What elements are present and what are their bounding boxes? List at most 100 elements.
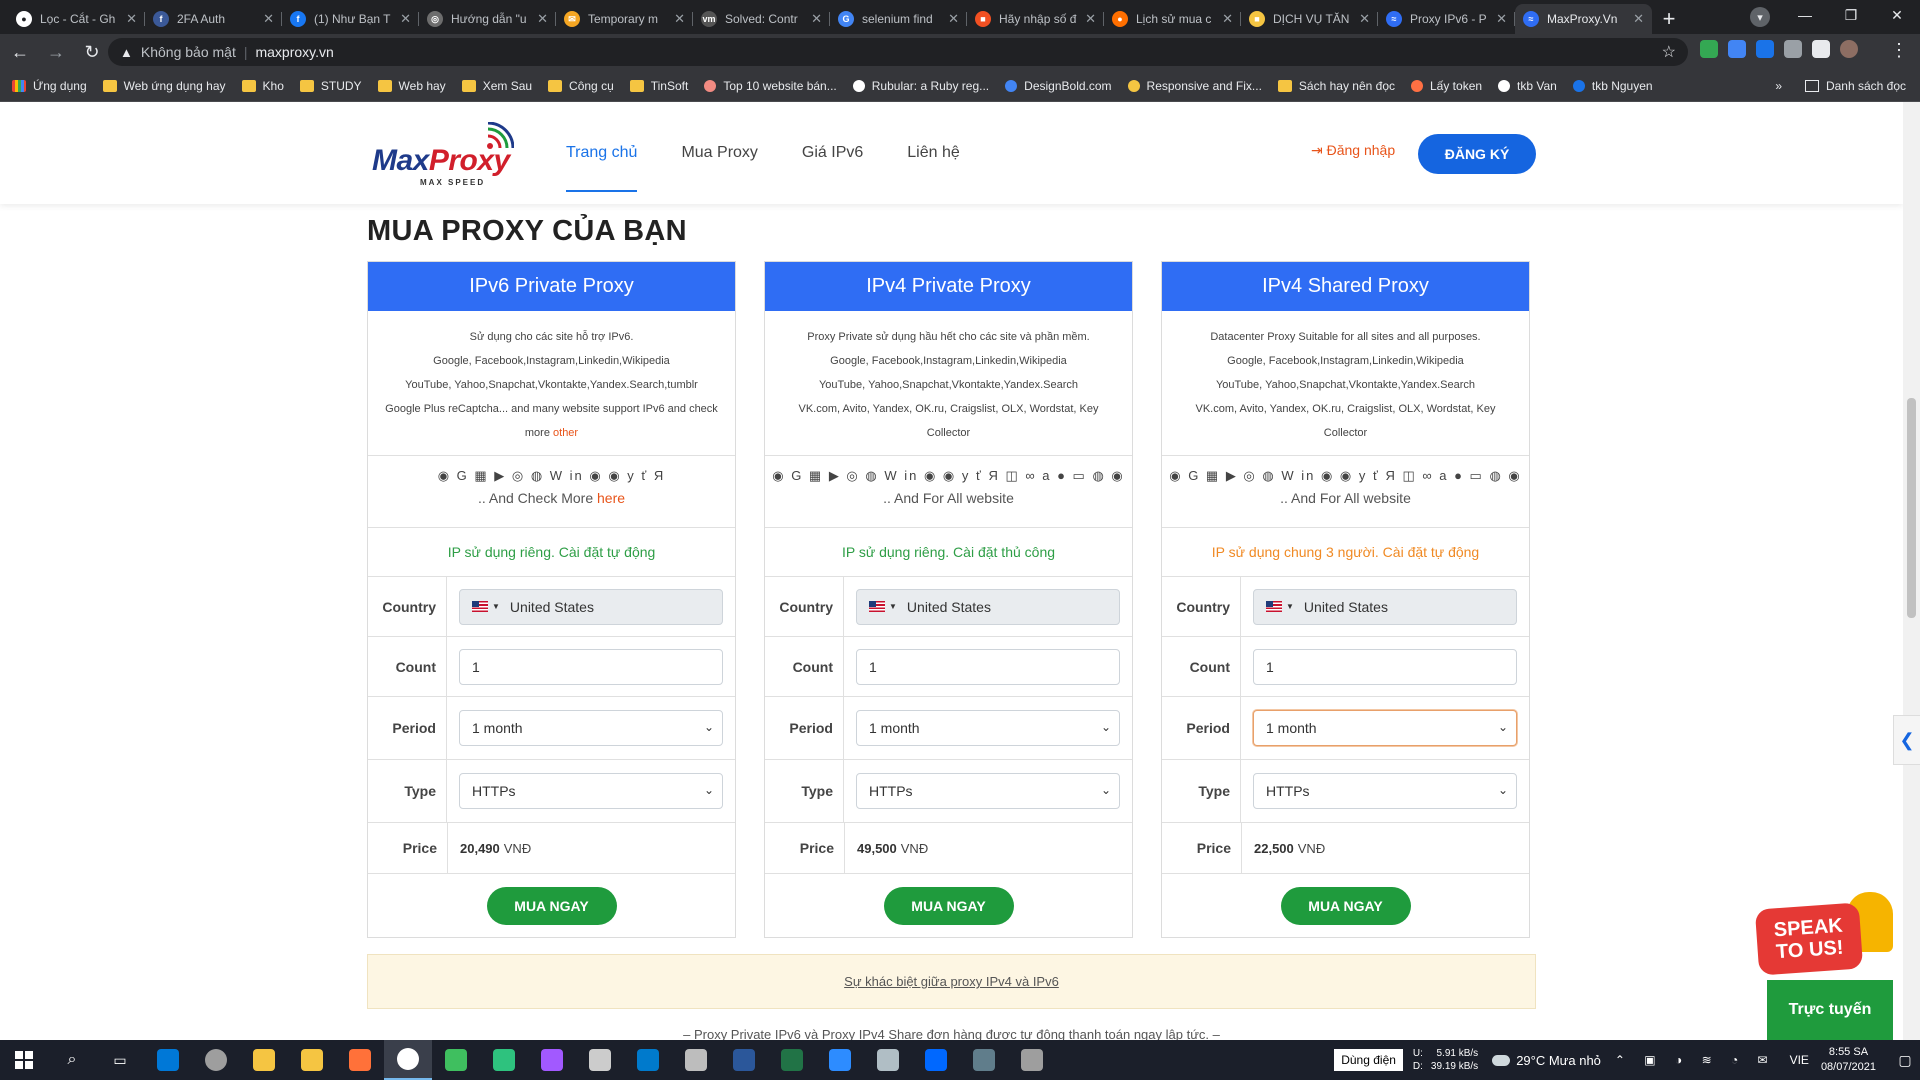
taskbar-app-icon[interactable]	[480, 1040, 528, 1080]
taskbar-app-icon[interactable]	[720, 1040, 768, 1080]
bookmark-star-icon[interactable]: ☆	[1662, 42, 1676, 62]
taskbar-app-icon[interactable]	[144, 1040, 192, 1080]
taskbar-app-icon[interactable]	[576, 1040, 624, 1080]
browser-tab[interactable]: ≈ MaxProxy.Vn ✕	[1515, 4, 1652, 34]
taskbar-app-icon[interactable]	[336, 1040, 384, 1080]
taskbar-app-icon[interactable]	[528, 1040, 576, 1080]
browser-tab[interactable]: ● Lịch sử mua c ✕	[1104, 4, 1241, 34]
bookmark-item[interactable]: tkb Van	[1498, 79, 1557, 93]
power-mode-button[interactable]: Dùng điện	[1334, 1049, 1403, 1071]
bookmark-item[interactable]: Rubular: a Ruby reg...	[852, 79, 989, 93]
browser-tab[interactable]: ◎ Hướng dẫn "u ✕	[419, 4, 556, 34]
check-more-link[interactable]: here	[597, 490, 625, 506]
register-button[interactable]: ĐĂNG KÝ	[1418, 134, 1536, 174]
bookmark-item[interactable]: Sách hay nên đọc	[1277, 79, 1395, 93]
forward-button[interactable]: →	[40, 36, 72, 68]
bookmark-item[interactable]: Web ứng dụng hay	[102, 79, 226, 93]
nav-contact[interactable]: Liên hệ	[885, 102, 982, 204]
bookmark-item[interactable]: STUDY	[299, 79, 362, 93]
tab-close-icon[interactable]: ✕	[1359, 11, 1370, 27]
extension-icon[interactable]	[1784, 40, 1802, 58]
tab-close-icon[interactable]: ✕	[674, 11, 685, 27]
bookmark-item[interactable]: Web hay	[377, 79, 446, 93]
close-window-button[interactable]: ✕	[1874, 0, 1920, 30]
browser-tab[interactable]: vm Solved: Contr ✕	[693, 4, 830, 34]
buy-now-button[interactable]: MUA NGAY	[486, 886, 617, 925]
page-scrollbar[interactable]	[1903, 102, 1920, 1040]
reading-list-button[interactable]: Danh sách đọc	[1804, 79, 1906, 93]
taskbar-app-icon[interactable]	[816, 1040, 864, 1080]
browser-tab[interactable]: f 2FA Auth ✕	[145, 4, 282, 34]
task-view-icon[interactable]: ▭	[96, 1040, 144, 1080]
address-bar[interactable]: ▲ Không bảo mật | maxproxy.vn ☆	[108, 38, 1688, 66]
restore-button[interactable]: ❐	[1828, 0, 1874, 30]
count-input[interactable]: 1	[459, 648, 723, 685]
back-button[interactable]: ←	[4, 36, 36, 68]
side-panel-toggle-icon[interactable]: ❮	[1893, 715, 1920, 765]
tab-close-icon[interactable]: ✕	[1633, 11, 1644, 27]
scrollbar-thumb[interactable]	[1907, 398, 1916, 618]
nav-home[interactable]: Trang chủ	[566, 102, 659, 204]
url-text[interactable]: maxproxy.vn	[255, 44, 333, 60]
bookmark-item[interactable]: Lấy token	[1411, 79, 1482, 93]
reload-button[interactable]: ↻	[76, 36, 108, 68]
bookmark-item[interactable]: TinSoft	[629, 79, 688, 93]
windows-start-icon[interactable]	[0, 1040, 48, 1080]
country-select[interactable]: ▼ United States	[856, 588, 1120, 625]
bookmark-item[interactable]: Responsive and Fix...	[1127, 79, 1262, 93]
country-select[interactable]: ▼ United States	[1253, 588, 1517, 625]
extension-icon[interactable]	[1700, 40, 1718, 58]
translate-icon[interactable]	[1728, 40, 1746, 58]
clock[interactable]: 8:55 SA 08/07/2021	[1821, 1045, 1876, 1075]
taskbar-app-icon[interactable]	[432, 1040, 480, 1080]
search-icon[interactable]: ⌕	[48, 1040, 96, 1080]
count-input[interactable]: 1	[1253, 648, 1517, 685]
browser-tab[interactable]: Gselenium find ✕	[830, 4, 967, 34]
browser-tab[interactable]: ≈ Proxy IPv6 - P ✕	[1378, 4, 1515, 34]
browser-tab[interactable]: ■ DỊCH VỤ TĂN ✕	[1241, 4, 1378, 34]
profile-avatar[interactable]	[1840, 40, 1858, 58]
bookmark-item[interactable]: Công cụ	[548, 79, 614, 93]
taskbar-app-icon[interactable]	[240, 1040, 288, 1080]
taskbar-app-icon[interactable]	[960, 1040, 1008, 1080]
taskbar-app-icon[interactable]	[864, 1040, 912, 1080]
browser-tab[interactable]: ✉ Temporary m ✕	[556, 4, 693, 34]
taskbar-app-icon[interactable]	[1008, 1040, 1056, 1080]
tab-close-icon[interactable]: ✕	[126, 11, 137, 27]
tab-close-icon[interactable]: ✕	[1085, 11, 1096, 27]
tab-close-icon[interactable]: ✕	[263, 11, 274, 27]
browser-menu-icon[interactable]: ⋮	[1890, 40, 1908, 61]
bookmark-item[interactable]: Xem Sau	[461, 79, 532, 93]
tray-icons[interactable]: ⌃ ▣ ◑ ≋ ◔ ✉	[1615, 1053, 1776, 1067]
minimize-button[interactable]: —	[1782, 0, 1828, 30]
browser-tab[interactable]: ■ Hãy nhập số đ ✕	[967, 4, 1104, 34]
tab-close-icon[interactable]: ✕	[400, 11, 411, 27]
bookmark-item[interactable]: tkb Nguyen	[1572, 79, 1653, 93]
period-select[interactable]: 1 month ⌄	[856, 710, 1120, 746]
type-select[interactable]: HTTPs ⌄	[1253, 773, 1517, 809]
maxproxy-logo[interactable]: MaxProxy MAX SPEED	[372, 122, 542, 192]
type-select[interactable]: HTTPs ⌄	[459, 773, 723, 809]
more-bookmarks-icon[interactable]: »	[1775, 79, 1782, 93]
puzzle-icon[interactable]	[1812, 40, 1830, 58]
taskbar-app-icon[interactable]	[672, 1040, 720, 1080]
nav-ipv6-price[interactable]: Giá IPv6	[780, 102, 885, 204]
ipv4-ipv6-difference-link[interactable]: Sự khác biệt giữa proxy IPv4 và IPv6	[367, 954, 1536, 1009]
taskbar-app-icon[interactable]	[288, 1040, 336, 1080]
taskbar-app-icon[interactable]	[192, 1040, 240, 1080]
tab-search-icon[interactable]: ▾	[1750, 7, 1770, 27]
browser-tab[interactable]: ● Lọc - Cắt - Gh ✕	[8, 4, 145, 34]
ime-indicator[interactable]: VIE	[1790, 1053, 1809, 1067]
desc-other-link[interactable]: other	[553, 427, 578, 439]
taskbar-app-icon[interactable]	[768, 1040, 816, 1080]
bookmark-item[interactable]: DesignBold.com	[1005, 79, 1112, 93]
new-tab-button[interactable]: +	[1652, 4, 1686, 34]
bookmark-item[interactable]: Kho	[241, 79, 284, 93]
taskbar-app-icon[interactable]	[912, 1040, 960, 1080]
bookmark-item[interactable]: Top 10 website bán...	[704, 79, 837, 93]
weather-widget[interactable]: 29°C Mưa nhỏ	[1492, 1053, 1601, 1068]
notification-icon[interactable]: ▢	[1890, 1040, 1920, 1080]
extension-icon[interactable]	[1756, 40, 1774, 58]
tab-close-icon[interactable]: ✕	[1496, 11, 1507, 27]
country-select[interactable]: ▼ United States	[459, 588, 723, 625]
